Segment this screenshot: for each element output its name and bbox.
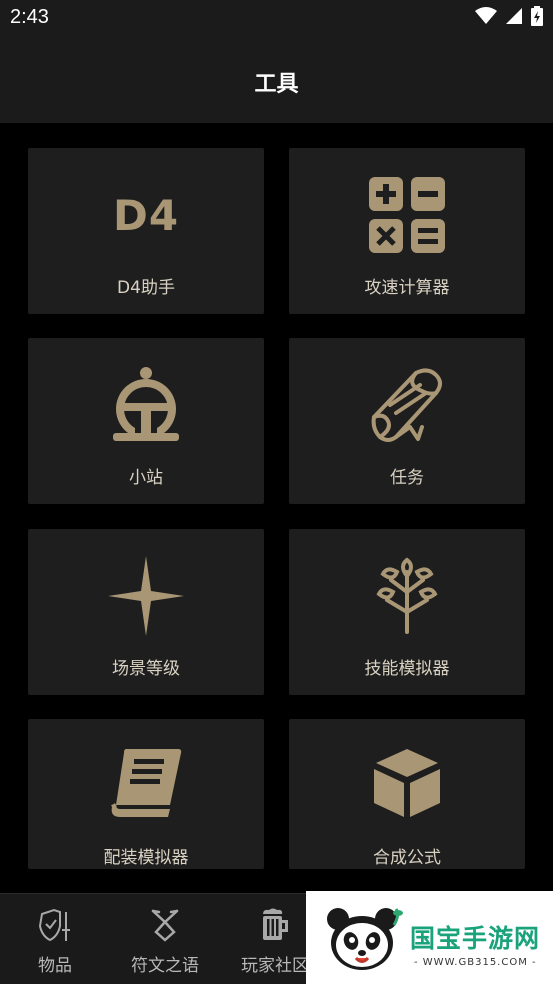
tool-tile-quests[interactable]: 任务 (289, 338, 525, 504)
tool-tile-station[interactable]: 小站 (28, 338, 264, 504)
watermark-title: 国宝手游网 (410, 924, 541, 953)
nav-label: 符文之语 (131, 956, 199, 976)
tool-label: 配装模拟器 (103, 848, 189, 868)
status-bar: 2:43 (0, 0, 553, 38)
calculator-icon (289, 170, 525, 260)
tool-label: 技能模拟器 (364, 659, 450, 679)
tool-tile-d4-assistant[interactable]: D4 D4助手 (28, 148, 264, 314)
tool-label: 任务 (390, 468, 424, 488)
scroll-icon (289, 360, 525, 450)
wifi-icon (475, 7, 497, 24)
shield-sword-icon (0, 908, 110, 942)
cube-icon (289, 743, 525, 823)
skill-tree-icon (289, 551, 525, 641)
tools-grid: D4 D4助手 攻速计算器 小站 任务 场景等级 技能模拟器 配装模拟器 合成公… (0, 123, 553, 893)
watermark-overlay: 国宝手游网 - WWW.GB315.COM - (306, 891, 553, 984)
tool-tile-scene-level[interactable]: 场景等级 (28, 529, 264, 695)
star-sparkle-icon (28, 551, 264, 641)
cellular-signal-icon (506, 8, 522, 24)
tool-tile-build-simulator[interactable]: 配装模拟器 (28, 719, 264, 869)
d4-logo-icon: D4 (112, 190, 180, 240)
app-bar: 工具 (0, 38, 553, 123)
tool-tile-skill-simulator[interactable]: 技能模拟器 (289, 529, 525, 695)
nav-item-items[interactable]: 物品 (0, 894, 110, 984)
book-icon (28, 743, 264, 823)
tool-tile-attack-speed-calculator[interactable]: 攻速计算器 (289, 148, 525, 314)
page-title: 工具 (254, 72, 299, 97)
rune-icon (110, 908, 220, 942)
tool-tile-crafting-formula[interactable]: 合成公式 (289, 719, 525, 869)
watermark-url: - WWW.GB315.COM - (414, 957, 537, 968)
tool-label: 攻速计算器 (364, 278, 450, 298)
battery-icon (531, 6, 543, 26)
tool-label: 小站 (129, 468, 163, 488)
status-icons (475, 6, 543, 26)
station-icon (28, 360, 264, 450)
tool-label: 场景等级 (112, 659, 180, 679)
status-time: 2:43 (10, 6, 49, 28)
panda-mascot-icon (327, 908, 403, 970)
nav-label: 物品 (38, 956, 72, 976)
nav-item-runewords[interactable]: 符文之语 (110, 894, 220, 984)
tool-label: 合成公式 (373, 848, 441, 868)
tool-label: D4助手 (117, 278, 175, 298)
